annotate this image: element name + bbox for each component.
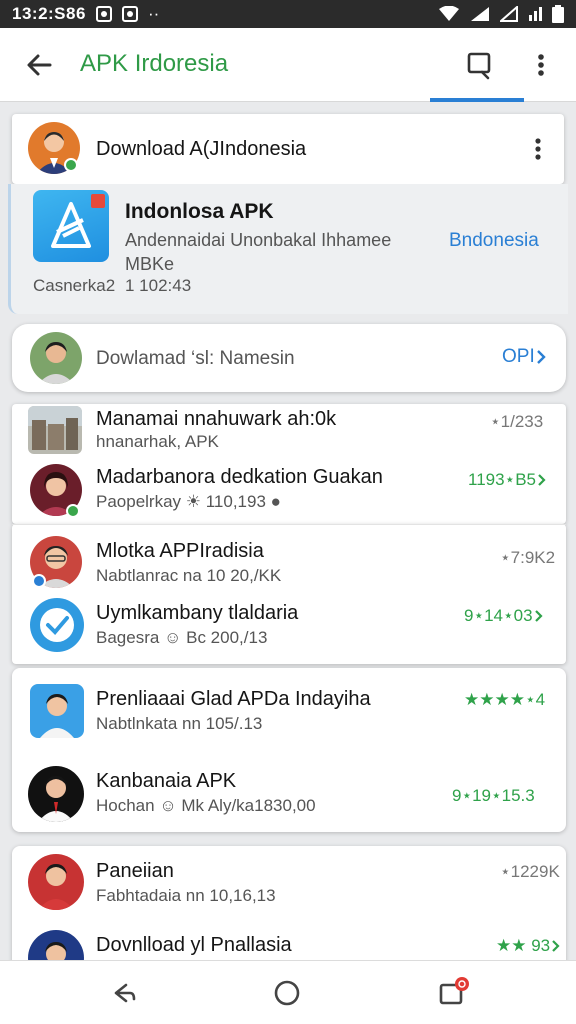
search-icon[interactable]	[462, 48, 496, 82]
card-menu-icon[interactable]	[528, 134, 548, 164]
notification-icon	[95, 6, 112, 22]
app-icon	[33, 190, 109, 262]
app-notification-icon	[121, 6, 138, 22]
app-name: Mlotka APPIradisia	[96, 540, 264, 562]
app-subtitle: Bagesra ☺ Bc 200,/13	[96, 628, 268, 647]
app-subtitle: hnanarhak, APK	[96, 432, 219, 451]
signal-icon	[471, 7, 489, 21]
app-name: Prenliaaai Glad APDa Indayiha	[96, 688, 371, 710]
header-title: Download A(JIndonesia	[96, 138, 307, 160]
app-name: Dovnlload yl Pnallasia	[96, 934, 292, 956]
list-item[interactable]: Kanbanaia APK Hochan ☺ Mk Aly/ka1830,00 …	[12, 760, 566, 826]
app-rating: ★★★★⋆4	[464, 690, 546, 709]
app-list-group: Paneiian Fabhtadaia nn 10,16,13 ⋆1229K D…	[12, 846, 566, 986]
app-rating: ⋆7:9K2	[500, 548, 556, 567]
status-time: 13:2:S86	[12, 4, 86, 23]
app-name: Paneiian	[96, 860, 174, 882]
header-card[interactable]: Download A(JIndonesia	[12, 114, 564, 184]
app-rating-link[interactable]: 9⋆14⋆03	[464, 606, 545, 626]
app-list-group: Prenliaaai Glad APDa Indayiha Nabtlnkata…	[12, 668, 566, 832]
signal-bars-icon	[529, 7, 542, 21]
status-bar: 13:2:S86 ··	[0, 0, 576, 28]
list-item[interactable]: Mlotka APPIradisia Nabtlanrac na 10 20,/…	[12, 532, 566, 592]
featured-meta-value: 1 102:43	[125, 276, 192, 295]
featured-app-name: Indonlosa APK	[125, 200, 274, 223]
list-item[interactable]: Paneiian Fabhtadaia nn 10,16,13 ⋆1229K	[12, 852, 566, 914]
online-badge	[64, 158, 78, 172]
app-list-group: Mlotka APPIradisia Nabtlanrac na 10 20,/…	[12, 524, 566, 664]
chevron-right-icon	[534, 610, 543, 622]
divider	[12, 524, 566, 525]
check-app-icon	[30, 598, 84, 652]
app-list-group: Manamai nnahuwark ah:0k hnanarhak, APK ⋆…	[12, 404, 566, 524]
featured-app-extra: MBKe	[125, 254, 175, 274]
avatar	[30, 332, 82, 384]
app-rating-link[interactable]: ★★ 93	[496, 936, 562, 956]
app-rating: ⋆1229K	[500, 862, 560, 881]
nav-home-icon[interactable]	[270, 975, 304, 1009]
featured-app-panel[interactable]: Indonlosa APK Andennaidai Unonbakal Ihha…	[8, 184, 568, 314]
download-row-card[interactable]: Dowlamad ‘sl: Namesin OPI	[12, 324, 566, 392]
avatar	[28, 854, 84, 910]
overflow-menu-icon[interactable]	[526, 48, 556, 82]
chevron-right-icon	[538, 474, 546, 486]
app-rating: ⋆1/233	[490, 412, 544, 431]
list-item[interactable]: Madarbanora dedkation Guakan Paopelrkay …	[12, 462, 566, 522]
featured-meta-label: Casnerka2	[33, 276, 116, 295]
app-subtitle: Nabtlnkata nn 105/.13	[96, 714, 263, 733]
more-notifications-indicator: ··	[147, 4, 160, 23]
open-button-label: OPI	[502, 346, 535, 367]
status-badge	[32, 574, 46, 588]
system-nav-bar	[0, 960, 576, 1024]
active-tab-indicator	[430, 98, 524, 102]
chevron-right-icon	[552, 940, 560, 952]
app-rating: ★★ 93	[496, 936, 551, 955]
list-item[interactable]: Uymlkambany tlaldaria Bagesra ☺ Bc 200,/…	[12, 596, 566, 658]
featured-link[interactable]: Bndonesia	[449, 230, 539, 252]
app-rating-link[interactable]: 1193⋆B5	[468, 470, 548, 490]
avatar	[30, 684, 84, 738]
featured-app-description: Andennaidai Unonbakal Ihhamee	[125, 230, 392, 250]
wifi-icon	[439, 6, 459, 21]
app-subtitle: Hochan ☺ Mk Aly/ka1830,00	[96, 796, 316, 815]
data-icon	[500, 6, 518, 22]
avatar	[28, 766, 84, 822]
app-rating: 9⋆14⋆03	[464, 606, 533, 625]
app-subtitle: Paopelrkay ☀ 110,193 ●	[96, 492, 281, 511]
app-name: Kanbanaia APK	[96, 770, 237, 792]
list-item[interactable]: Prenliaaai Glad APDa Indayiha Nabtlnkata…	[12, 678, 566, 744]
app-subtitle: Nabtlanrac na 10 20,/KK	[96, 566, 282, 585]
app-name: Manamai nnahuwark ah:0k	[96, 408, 337, 430]
app-name: Madarbanora dedkation Guakan	[96, 466, 383, 488]
nav-back-icon[interactable]	[106, 975, 140, 1009]
open-button[interactable]: OPI	[502, 346, 547, 368]
app-bar: APK Irdoresia	[0, 28, 576, 102]
app-title: APK Irdoresia	[80, 50, 229, 77]
app-rating: 1193⋆B5	[468, 470, 536, 489]
nav-recents-icon[interactable]	[436, 975, 470, 1009]
verified-badge	[66, 504, 80, 518]
chevron-right-icon	[536, 350, 546, 364]
back-arrow-icon[interactable]	[22, 48, 56, 82]
app-name: Uymlkambany tlaldaria	[96, 602, 299, 624]
app-thumbnail	[28, 406, 82, 454]
list-item[interactable]: Manamai nnahuwark ah:0k hnanarhak, APK ⋆…	[12, 404, 566, 460]
app-subtitle: Fabhtadaia nn 10,16,13	[96, 886, 276, 905]
download-row-label: Dowlamad ‘sl: Namesin	[96, 348, 295, 369]
app-rating: 9⋆19⋆15.3	[452, 786, 535, 805]
battery-icon	[552, 5, 564, 23]
